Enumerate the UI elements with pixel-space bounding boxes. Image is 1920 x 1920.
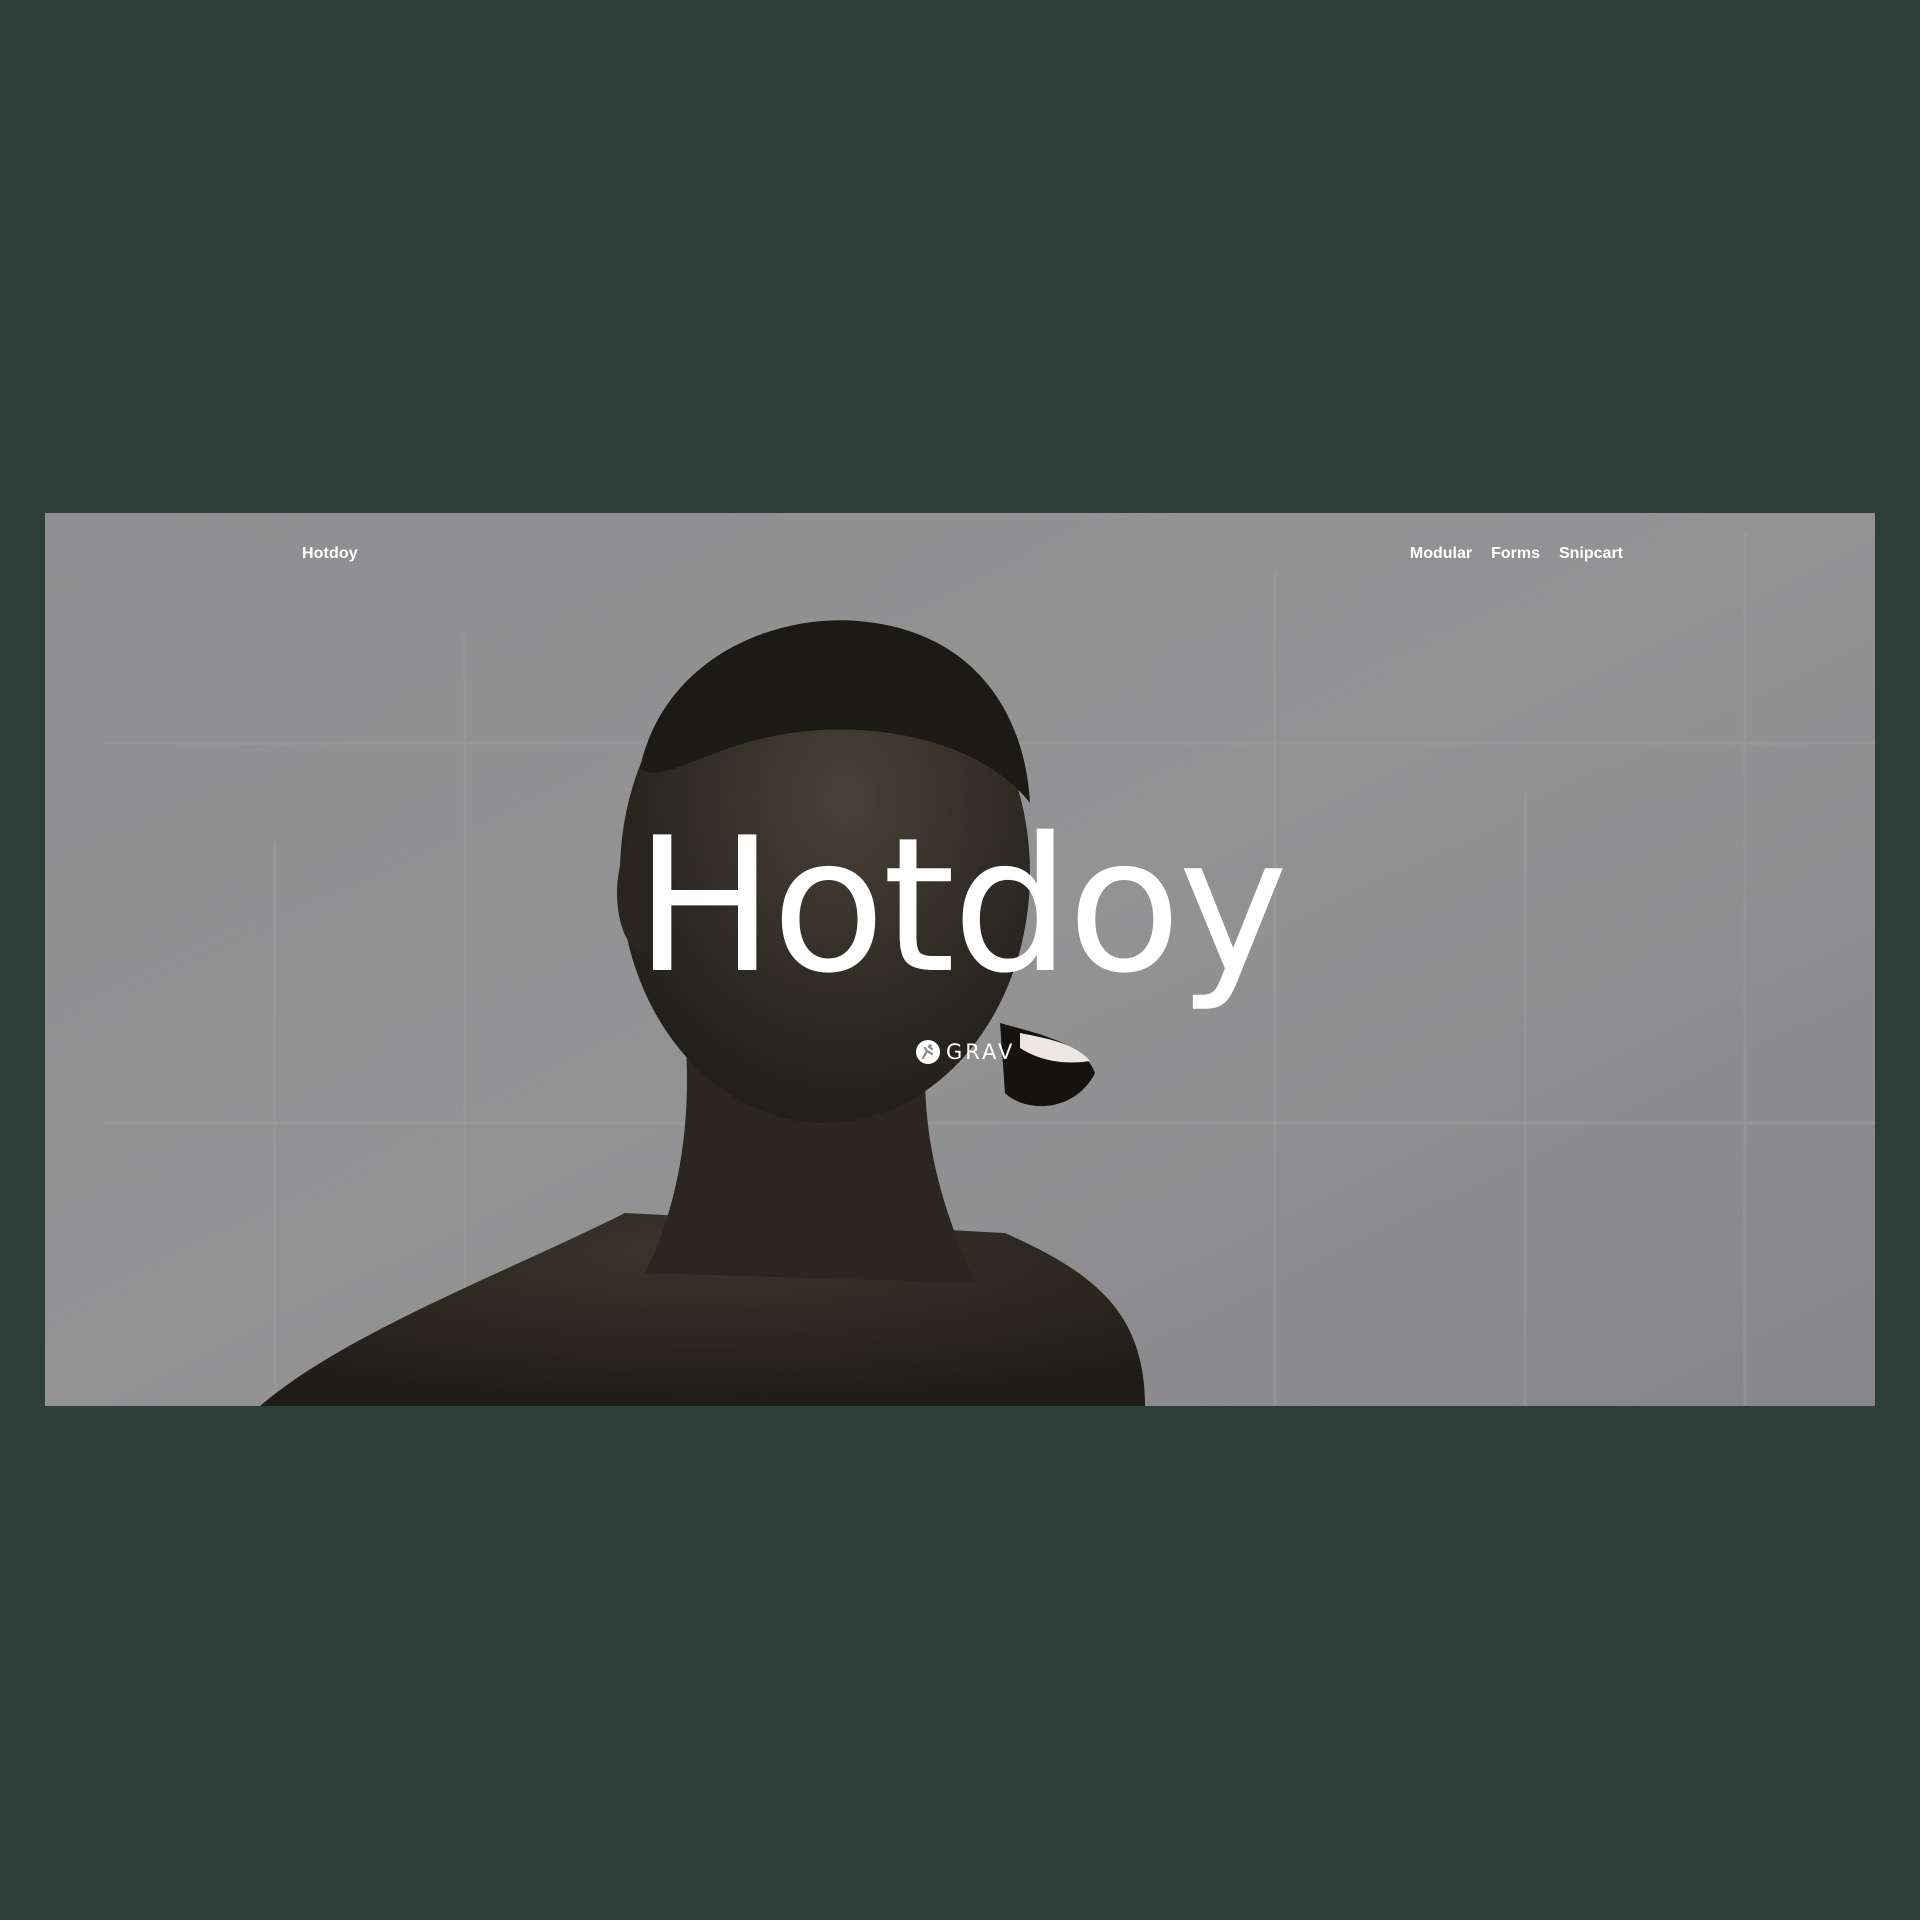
hero-title: Hotdoy bbox=[634, 797, 1289, 1014]
site-navbar: Hotdoy Modular Forms Snipcart bbox=[45, 513, 1875, 599]
nav-link-snipcart[interactable]: Snipcart bbox=[1559, 545, 1623, 563]
nav-link-forms[interactable]: Forms bbox=[1491, 545, 1540, 563]
site-brand-link[interactable]: Hotdoy bbox=[302, 545, 358, 563]
nav-link-modular[interactable]: Modular bbox=[1410, 545, 1472, 563]
site-preview-frame: Hotdoy Modular Forms Snipcart Hotdoy GRA… bbox=[45, 513, 1875, 1406]
powered-by-label: GRAV bbox=[946, 1040, 1016, 1064]
grav-logo-icon bbox=[915, 1039, 941, 1065]
powered-by-grav[interactable]: GRAV bbox=[915, 1039, 1015, 1065]
nav-links: Modular Forms Snipcart bbox=[1410, 545, 1623, 563]
